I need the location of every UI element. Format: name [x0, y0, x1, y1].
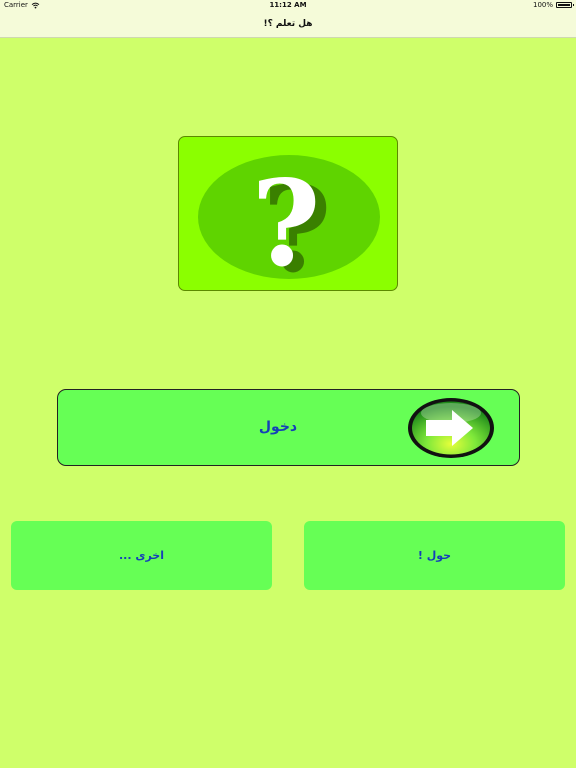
status-time: 11:12 AM: [269, 1, 307, 9]
about-button-label: حول !: [417, 549, 452, 562]
logo-image: ? ?: [178, 136, 398, 291]
question-mark-icon: ? ?: [198, 154, 380, 291]
battery-group: 100%: [532, 1, 574, 9]
arrow-right-icon: [408, 398, 494, 458]
navigation-bar: هل تعلم ؟!: [0, 12, 576, 38]
other-button-label: اخرى ...: [119, 549, 164, 562]
battery-percentage: 100%: [532, 1, 553, 9]
status-bar: Carrier 11:12 AM 100%: [0, 0, 576, 12]
enter-label: دخول: [258, 419, 298, 435]
enter-button[interactable]: دخول: [57, 389, 520, 466]
about-button[interactable]: حول !: [304, 521, 565, 590]
page-title: هل تعلم ؟!: [263, 19, 313, 29]
other-button[interactable]: اخرى ...: [11, 521, 272, 590]
svg-text:?: ?: [251, 154, 320, 291]
battery-icon: [556, 2, 574, 8]
